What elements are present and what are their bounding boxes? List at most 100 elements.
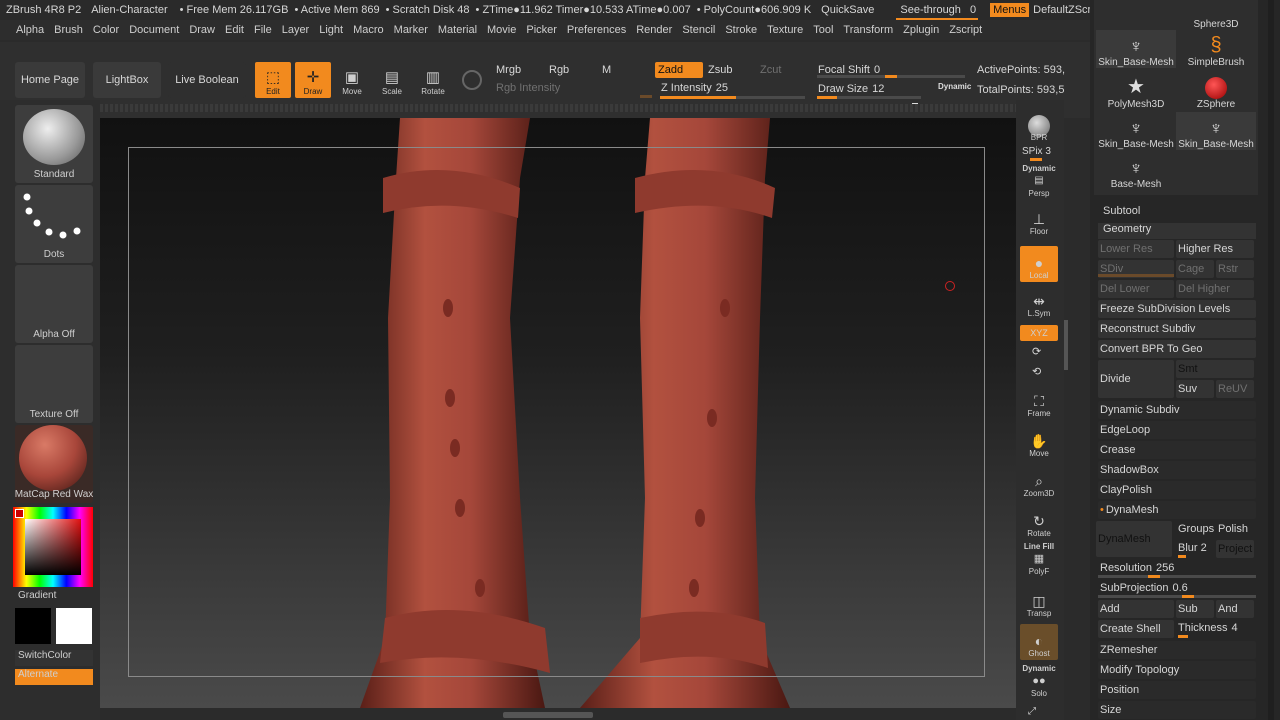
position-header[interactable]: Position	[1098, 681, 1256, 699]
local-button[interactable]: ● Local	[1020, 246, 1058, 282]
rgb-intensity-slider[interactable]: Rgb Intensity	[490, 81, 650, 95]
reuv-toggle[interactable]: ReUV	[1216, 380, 1254, 398]
menu-render[interactable]: Render	[636, 24, 672, 36]
document-canvas[interactable]	[100, 118, 1016, 708]
menu-alpha[interactable]: Alpha	[16, 24, 44, 36]
zcut-button[interactable]: Zcut	[757, 62, 805, 78]
menu-preferences[interactable]: Preferences	[567, 24, 626, 36]
tool-skin-base-mesh-3[interactable]: ♆ Skin_Base-Mesh	[1176, 112, 1256, 150]
polyf-button[interactable]: Line Fill ▦ PolyF	[1020, 542, 1058, 578]
frame-button[interactable]: ⛶ Frame	[1020, 384, 1058, 420]
lower-res-button[interactable]: Lower Res	[1098, 240, 1174, 258]
rgb-button[interactable]: Rgb	[543, 62, 593, 78]
palette-scrollbar[interactable]	[1268, 0, 1274, 720]
alternate-button[interactable]: Alternate	[15, 669, 93, 685]
tool-simplebrush[interactable]: § SimpleBrush	[1176, 30, 1256, 68]
edit-mode-button[interactable]: ⬚ Edit	[255, 62, 291, 98]
move-view-button[interactable]: ✋ Move	[1020, 424, 1058, 460]
menu-transform[interactable]: Transform	[843, 24, 893, 36]
menu-file[interactable]: File	[254, 24, 272, 36]
reconstruct-subdiv-button[interactable]: Reconstruct Subdiv	[1098, 320, 1256, 338]
menu-movie[interactable]: Movie	[487, 24, 516, 36]
quicksave-button[interactable]: QuickSave	[821, 4, 874, 16]
divide-button[interactable]: Divide	[1098, 360, 1174, 398]
move-mode-button[interactable]: ▣ Move	[334, 62, 370, 98]
floor-button[interactable]: ⊥ Floor	[1020, 202, 1058, 238]
menu-layer[interactable]: Layer	[282, 24, 310, 36]
add-button[interactable]: Add	[1098, 600, 1174, 618]
tool-sphere3d[interactable]: Sphere3D	[1176, 0, 1256, 30]
and-button[interactable]: And	[1216, 600, 1254, 618]
tool-skin-base-mesh-2[interactable]: ♆ Skin_Base-Mesh	[1096, 112, 1176, 150]
dynamesh-header[interactable]: • DynaMesh	[1098, 501, 1256, 519]
persp-button[interactable]: Dynamic ▤ Persp	[1020, 164, 1058, 200]
menu-tool[interactable]: Tool	[813, 24, 833, 36]
create-shell-button[interactable]: Create Shell	[1098, 620, 1174, 638]
higher-res-button[interactable]: Higher Res	[1176, 240, 1254, 258]
polish-toggle[interactable]: Polish	[1216, 520, 1254, 538]
menu-picker[interactable]: Picker	[526, 24, 557, 36]
zoom3d-button[interactable]: ⌕ Zoom3D	[1020, 464, 1058, 500]
dynamic-subdiv-header[interactable]: Dynamic Subdiv	[1098, 401, 1256, 419]
menu-edit[interactable]: Edit	[225, 24, 244, 36]
menu-color[interactable]: Color	[93, 24, 119, 36]
rotate-view-button[interactable]: ↻ Rotate	[1020, 504, 1058, 540]
menu-stroke[interactable]: Stroke	[725, 24, 757, 36]
mrgb-button[interactable]: Mrgb	[490, 62, 540, 78]
scale-mode-button[interactable]: ▤ Scale	[374, 62, 410, 98]
shadowbox-header[interactable]: ShadowBox	[1098, 461, 1256, 479]
menu-material[interactable]: Material	[438, 24, 477, 36]
color-picker[interactable]	[13, 507, 93, 587]
canvas-scroll-handle[interactable]	[503, 712, 593, 718]
del-higher-button[interactable]: Del Higher	[1176, 280, 1254, 298]
dynamic-size-toggle[interactable]: Dynamic	[938, 82, 971, 91]
menu-draw[interactable]: Draw	[189, 24, 215, 36]
rstr-button[interactable]: Rstr	[1216, 260, 1254, 278]
solo-button[interactable]: Dynamic ●● Solo	[1020, 664, 1058, 700]
color-square[interactable]	[25, 519, 81, 575]
secondary-color-swatch[interactable]	[15, 608, 51, 644]
menu-light[interactable]: Light	[319, 24, 343, 36]
tool-base-mesh[interactable]: ♆ Base-Mesh	[1096, 152, 1176, 190]
edgeloop-header[interactable]: EdgeLoop	[1098, 421, 1256, 439]
geometry-header[interactable]: Geometry	[1098, 223, 1256, 239]
menus-toggle[interactable]: Menus	[990, 3, 1030, 17]
ghost-button[interactable]: ◐ Ghost	[1020, 624, 1058, 660]
menu-document[interactable]: Document	[129, 24, 179, 36]
suv-toggle[interactable]: Suv	[1176, 380, 1214, 398]
polyframe-circle-icon[interactable]	[462, 70, 482, 90]
modify-topology-header[interactable]: Modify Topology	[1098, 661, 1256, 679]
right-tray-scrollbar[interactable]	[1064, 320, 1068, 370]
convert-bpr-button[interactable]: Convert BPR To Geo	[1098, 340, 1256, 358]
dynamesh-button[interactable]: DynaMesh	[1096, 521, 1172, 557]
gradient-label[interactable]: Gradient	[18, 590, 102, 601]
rotate-mode-button[interactable]: ▥ Rotate	[415, 62, 451, 98]
seethrough-slider[interactable]: See-through 0	[894, 4, 979, 20]
lightbox-button[interactable]: LightBox	[93, 62, 161, 98]
rotate-axis-icon[interactable]: ⟳	[1032, 345, 1041, 358]
project-toggle[interactable]: Project	[1216, 540, 1254, 558]
del-lower-button[interactable]: Del Lower	[1098, 280, 1174, 298]
claypolish-header[interactable]: ClayPolish	[1098, 481, 1256, 499]
live-boolean-button[interactable]: Live Boolean	[168, 62, 246, 98]
groups-toggle[interactable]: Groups	[1176, 520, 1214, 538]
menu-macro[interactable]: Macro	[353, 24, 384, 36]
z-intensity-slider[interactable]: Z Intensity 25	[655, 80, 805, 96]
zadd-button[interactable]: Zadd	[655, 62, 703, 78]
zsub-button[interactable]: Zsub	[705, 62, 753, 78]
size-header[interactable]: Size	[1098, 701, 1256, 719]
cage-button[interactable]: Cage	[1176, 260, 1214, 278]
menu-brush[interactable]: Brush	[54, 24, 83, 36]
transp-button[interactable]: ◫ Transp	[1020, 584, 1058, 620]
rotate-axis2-icon[interactable]: ⟲	[1032, 365, 1041, 378]
smt-toggle[interactable]: Smt	[1176, 360, 1254, 378]
lsym-button[interactable]: ⇹ L.Sym	[1020, 284, 1058, 320]
draw-size-slider[interactable]: Draw Size 12	[812, 81, 922, 97]
subtool-header[interactable]: Subtool	[1103, 205, 1140, 217]
tool-polymesh3d[interactable]: ★ PolyMesh3D	[1096, 72, 1176, 110]
freeze-subdivision-button[interactable]: Freeze SubDivision Levels	[1098, 300, 1256, 318]
main-color-swatch[interactable]	[56, 608, 92, 644]
tool-skin-base-mesh-1[interactable]: ♆ Skin_Base-Mesh	[1096, 30, 1176, 68]
menu-zscript[interactable]: Zscript	[949, 24, 982, 36]
sub-button[interactable]: Sub	[1176, 600, 1214, 618]
